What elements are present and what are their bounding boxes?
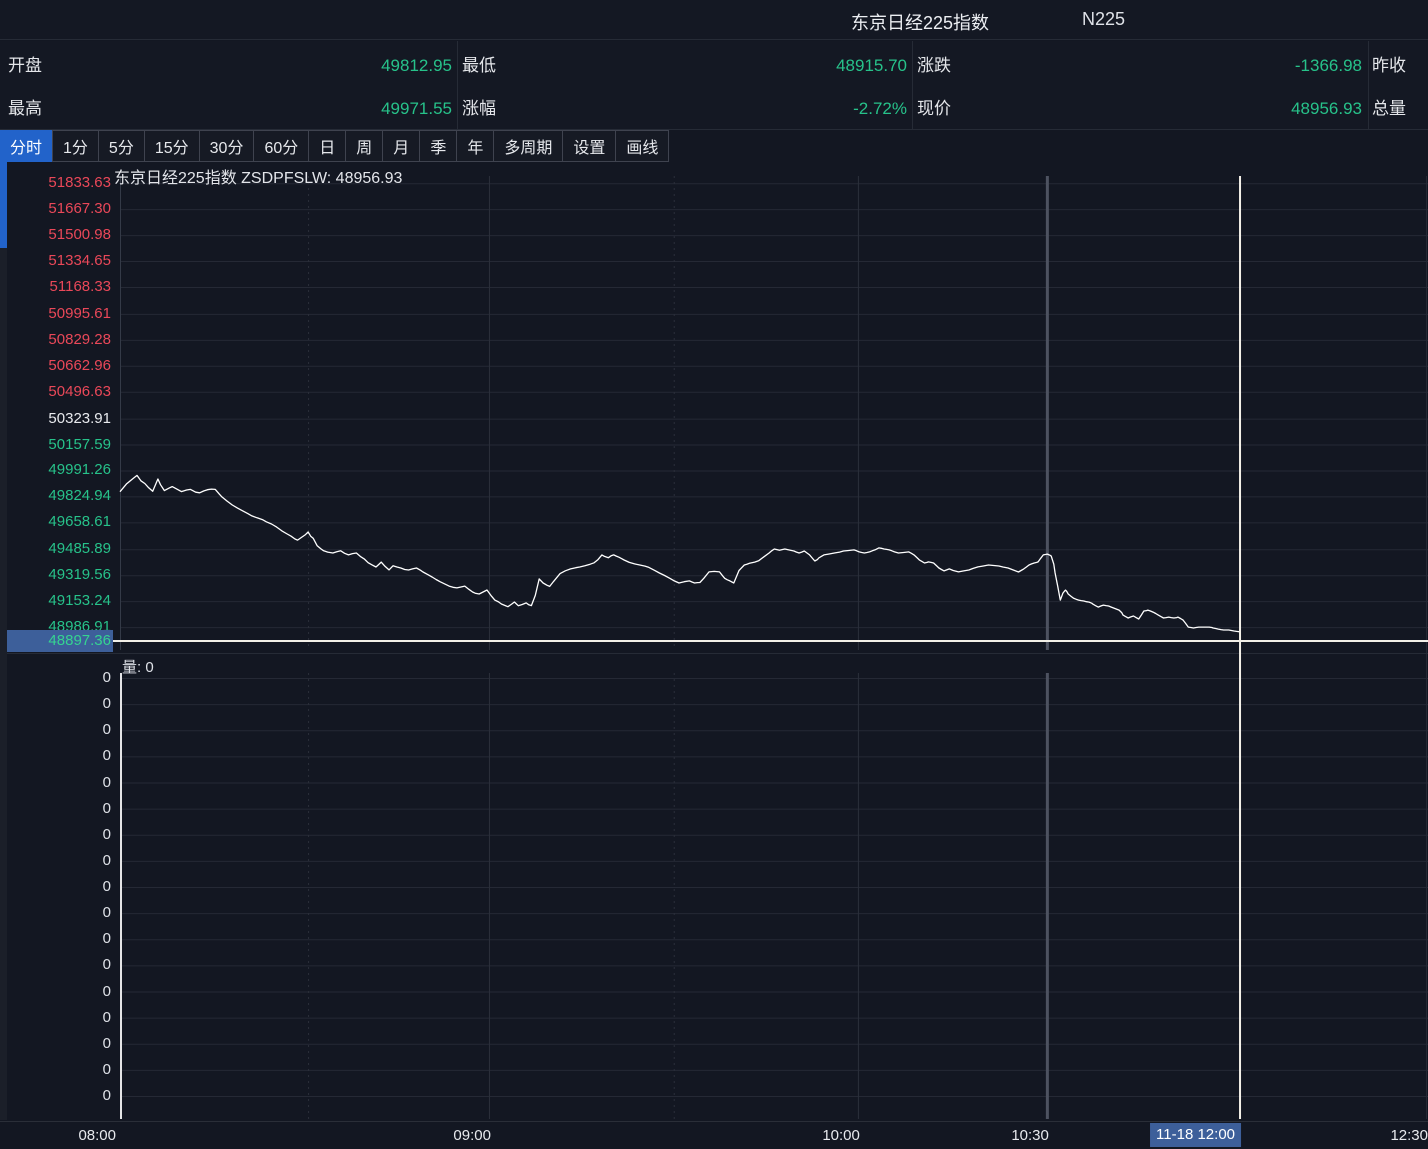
- crosshair-price-label: 48897.36: [0, 630, 113, 652]
- volume-axis-zero: 0: [0, 825, 111, 845]
- price-axis-tick: 50995.61: [0, 304, 111, 324]
- volume-axis-zero: 0: [0, 746, 111, 766]
- crosshair-time-label: 11-18 12:00: [1150, 1123, 1241, 1147]
- volume-axis-zero: 0: [0, 955, 111, 975]
- price-axis-tick: 51833.63: [0, 173, 111, 193]
- volume-axis-zero: 0: [0, 799, 111, 819]
- left-scrollbar[interactable]: [0, 162, 7, 1120]
- scrollbar-thumb[interactable]: [0, 162, 7, 248]
- volume-axis-zero: 0: [0, 929, 111, 949]
- price-axis-tick: 50323.91: [0, 409, 111, 429]
- volume-axis-zero: 0: [0, 1008, 111, 1028]
- volume-axis-zero: 0: [0, 694, 111, 714]
- volume-readout: 量: 0: [122, 656, 154, 677]
- price-line: [120, 475, 1240, 631]
- time-axis-tick: 09:00: [453, 1127, 491, 1144]
- volume-axis-zero: 0: [0, 720, 111, 740]
- price-axis-tick: 50662.96: [0, 356, 111, 376]
- volume-axis-zero: 0: [0, 877, 111, 897]
- price-axis-tick: 49153.24: [0, 591, 111, 611]
- time-axis-tick: 10:30: [1011, 1127, 1049, 1144]
- price-axis-tick: 49824.94: [0, 486, 111, 506]
- price-axis-tick: 51168.33: [0, 277, 111, 297]
- volume-axis-zero: 0: [0, 1034, 111, 1054]
- price-axis-tick: 50496.63: [0, 382, 111, 402]
- volume-axis-zero: 0: [0, 1060, 111, 1080]
- price-axis-tick: 49485.89: [0, 539, 111, 559]
- volume-axis-zero: 0: [0, 668, 111, 688]
- chart-title: 东京日经225指数 ZSDPFSLW: 48956.93: [114, 164, 402, 188]
- price-axis-tick: 50157.59: [0, 435, 111, 455]
- price-axis-tick: 51667.30: [0, 199, 111, 219]
- price-axis-tick: 49658.61: [0, 512, 111, 532]
- volume-axis-zero: 0: [0, 903, 111, 923]
- time-axis-tick: 12:30: [1390, 1127, 1428, 1144]
- volume-axis-zero: 0: [0, 982, 111, 1002]
- volume-axis-zero: 0: [0, 1086, 111, 1106]
- price-axis-tick: 50829.28: [0, 330, 111, 350]
- price-axis-tick: 51500.98: [0, 225, 111, 245]
- price-axis-tick: 51334.65: [0, 251, 111, 271]
- time-axis-tick: 08:00: [78, 1127, 116, 1144]
- time-axis-tick: 10:00: [822, 1127, 860, 1144]
- price-axis-tick: 49991.26: [0, 460, 111, 480]
- price-axis-tick: 49319.56: [0, 565, 111, 585]
- volume-axis-zero: 0: [0, 773, 111, 793]
- volume-axis-zero: 0: [0, 851, 111, 871]
